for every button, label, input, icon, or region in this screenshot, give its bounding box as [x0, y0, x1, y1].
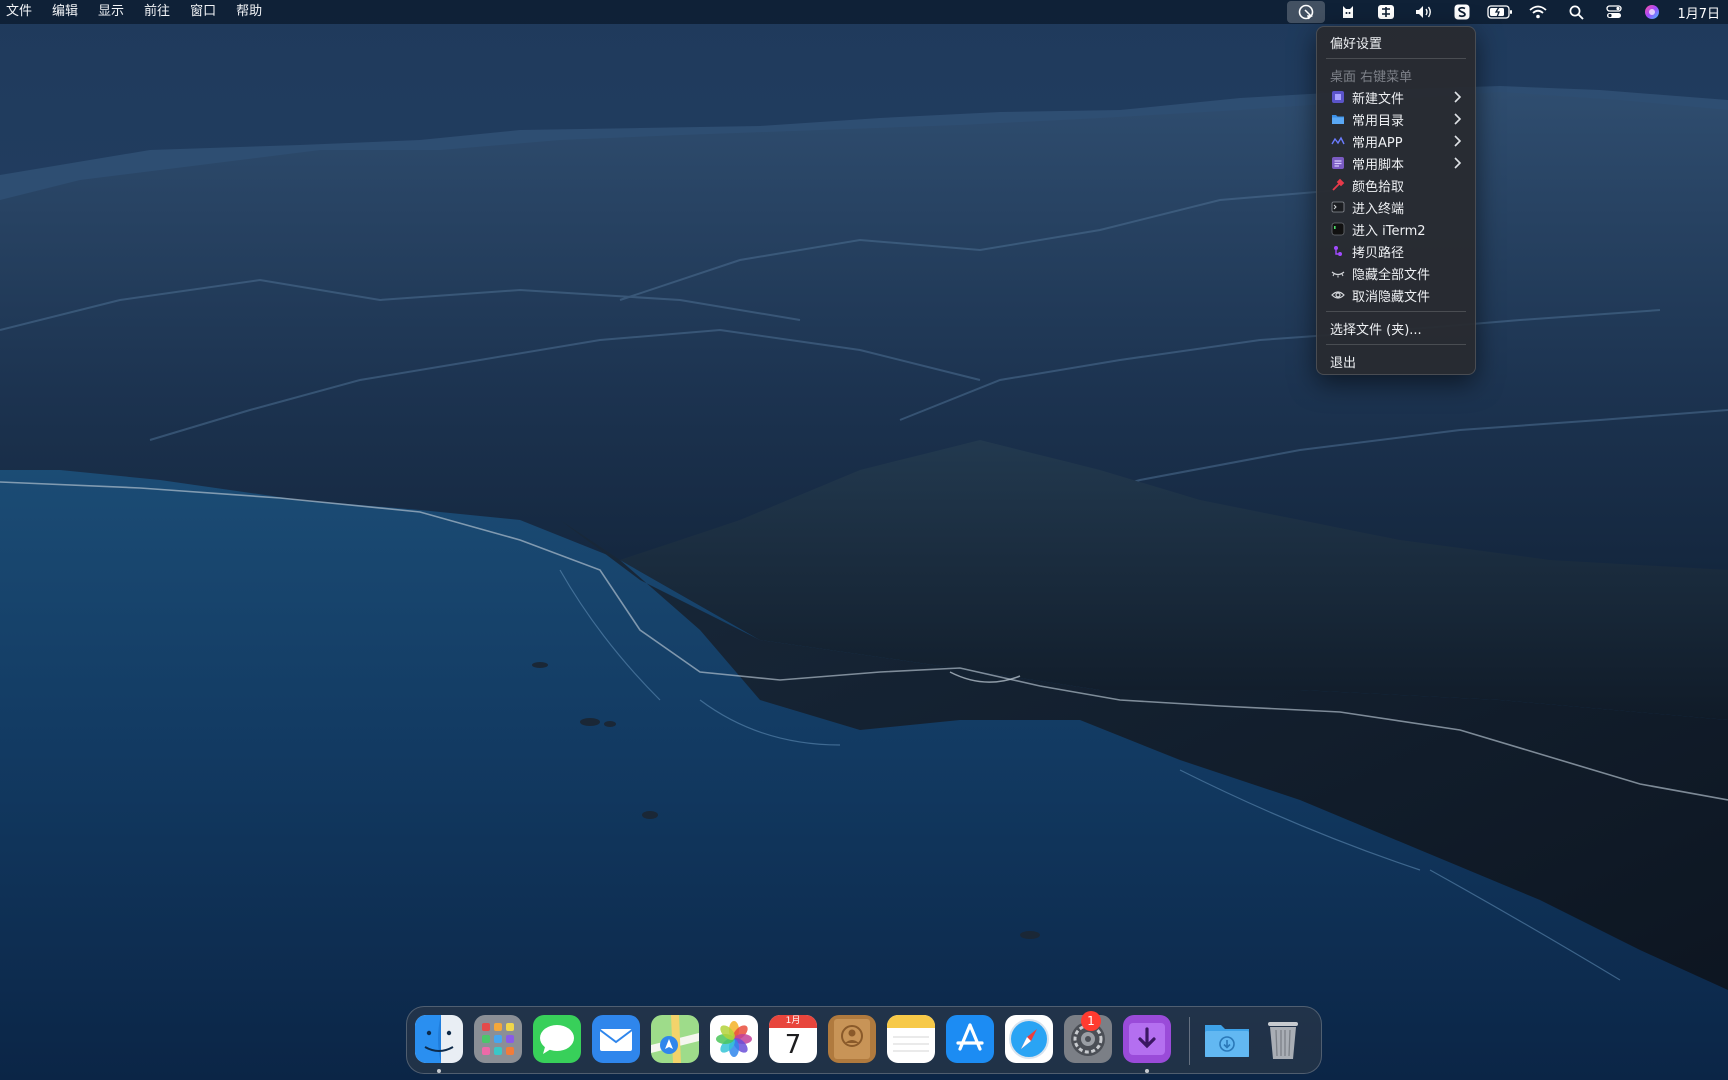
menu-window[interactable]: 窗口 [180, 0, 226, 24]
app-menus: 文件 编辑 显示 前往 窗口 帮助 [0, 0, 272, 24]
menu-section-header: 桌面 右键菜单 [1322, 64, 1470, 86]
menu-item-open-terminal[interactable]: 进入终端 [1322, 196, 1470, 218]
messages-icon[interactable] [533, 1015, 581, 1063]
chevron-right-icon [1454, 135, 1462, 147]
menu-item-common-directories[interactable]: 常用目录 [1322, 108, 1470, 130]
input-method-icon[interactable] [1371, 1, 1401, 23]
calendar-month: 1月 [769, 1015, 817, 1028]
color-picker-icon [1330, 177, 1346, 193]
volume-icon[interactable] [1409, 1, 1439, 23]
dock-divider [1189, 1017, 1190, 1065]
menu-section-label: 桌面 右键菜单 [1330, 69, 1413, 85]
mail-icon[interactable] [592, 1015, 640, 1063]
wifi-icon[interactable] [1523, 1, 1553, 23]
copy-path-icon [1330, 243, 1346, 259]
menu-item-choose-file[interactable]: 选择文件 (夹)... [1322, 317, 1470, 339]
eye-closed-icon [1330, 265, 1346, 281]
s-app-icon[interactable] [1447, 1, 1477, 23]
menu-separator [1326, 344, 1466, 345]
menu-bar: 文件 编辑 显示 前往 窗口 帮助 1月7日 [0, 0, 1728, 24]
script-icon [1330, 155, 1346, 171]
menu-item-new-file[interactable]: 新建文件 [1322, 86, 1470, 108]
trash-icon[interactable] [1259, 1015, 1307, 1063]
menu-item-label: 选择文件 (夹)... [1330, 322, 1422, 338]
menu-item-preferences[interactable]: 偏好设置 [1322, 31, 1470, 53]
menu-go[interactable]: 前往 [134, 0, 180, 24]
new-file-icon [1330, 89, 1346, 105]
app-icon [1330, 133, 1346, 149]
control-center-icon[interactable] [1599, 1, 1629, 23]
menu-item-label: 常用脚本 [1352, 157, 1405, 173]
chevron-right-icon [1454, 91, 1462, 103]
status-items: 1月7日 [1283, 0, 1728, 24]
menu-item-hide-all-files[interactable]: 隐藏全部文件 [1322, 262, 1470, 284]
menu-item-label: 常用APP [1352, 135, 1403, 151]
menu-item-label: 进入 iTerm2 [1352, 223, 1426, 239]
menu-item-label: 进入终端 [1352, 201, 1405, 217]
menu-edit[interactable]: 编辑 [42, 0, 88, 24]
calendar-icon[interactable]: 1月 7 [769, 1015, 817, 1063]
iterm2-icon [1330, 221, 1346, 237]
menu-item-label: 常用目录 [1352, 113, 1405, 129]
terminal-icon [1330, 199, 1346, 215]
launchpad-icon[interactable] [474, 1015, 522, 1063]
menu-item-common-scripts[interactable]: 常用脚本 [1322, 152, 1470, 174]
downloads-folder-icon[interactable] [1203, 1015, 1251, 1063]
status-app-dropdown-menu: 偏好设置 桌面 右键菜单 新建文件 常用目录 常用APP 常用脚本 颜色拾取 进… [1316, 26, 1476, 375]
menu-separator [1326, 58, 1466, 59]
menu-item-copy-path[interactable]: 拷贝路径 [1322, 240, 1470, 262]
menu-item-label: 新建文件 [1352, 91, 1405, 107]
menu-item-label: 拷贝路径 [1352, 245, 1405, 261]
menubar-clock[interactable]: 1月7日 [1677, 3, 1720, 22]
downloader-icon[interactable] [1123, 1015, 1171, 1063]
cursor-app-icon[interactable] [1287, 1, 1326, 23]
folder-icon [1330, 111, 1346, 127]
running-indicator [1145, 1069, 1149, 1073]
battery-icon[interactable] [1485, 1, 1515, 23]
notes-icon[interactable] [887, 1015, 935, 1063]
menu-file[interactable]: 文件 [6, 0, 42, 24]
notification-badge: 1 [1081, 1011, 1101, 1031]
menu-item-unhide-files[interactable]: 取消隐藏文件 [1322, 284, 1470, 306]
menu-item-label: 取消隐藏文件 [1352, 289, 1431, 305]
maps-icon[interactable] [651, 1015, 699, 1063]
menu-item-open-iterm2[interactable]: 进入 iTerm2 [1322, 218, 1470, 240]
safari-icon[interactable] [1005, 1015, 1053, 1063]
dock: 1月 7 1 [406, 1006, 1322, 1074]
siri-icon[interactable] [1637, 1, 1667, 23]
menu-item-label: 颜色拾取 [1352, 179, 1405, 195]
menu-item-label: 隐藏全部文件 [1352, 267, 1431, 283]
menu-item-color-picker[interactable]: 颜色拾取 [1322, 174, 1470, 196]
chevron-right-icon [1454, 157, 1462, 169]
menu-item-label: 偏好设置 [1330, 36, 1383, 52]
eye-open-icon [1330, 287, 1346, 303]
chevron-right-icon [1454, 113, 1462, 125]
menu-help[interactable]: 帮助 [226, 0, 272, 24]
menu-view[interactable]: 显示 [88, 0, 134, 24]
menu-item-label: 退出 [1330, 355, 1357, 371]
menu-item-quit[interactable]: 退出 [1322, 350, 1470, 372]
menu-separator [1326, 311, 1466, 312]
contacts-icon[interactable] [828, 1015, 876, 1063]
spotlight-search-icon[interactable] [1561, 1, 1591, 23]
menu-item-common-apps[interactable]: 常用APP [1322, 130, 1470, 152]
app-store-icon[interactable] [946, 1015, 994, 1063]
cat-app-icon[interactable] [1333, 1, 1363, 23]
running-indicator [437, 1069, 441, 1073]
finder-icon[interactable] [415, 1015, 463, 1063]
photos-icon[interactable] [710, 1015, 758, 1063]
calendar-day: 7 [784, 1030, 802, 1060]
